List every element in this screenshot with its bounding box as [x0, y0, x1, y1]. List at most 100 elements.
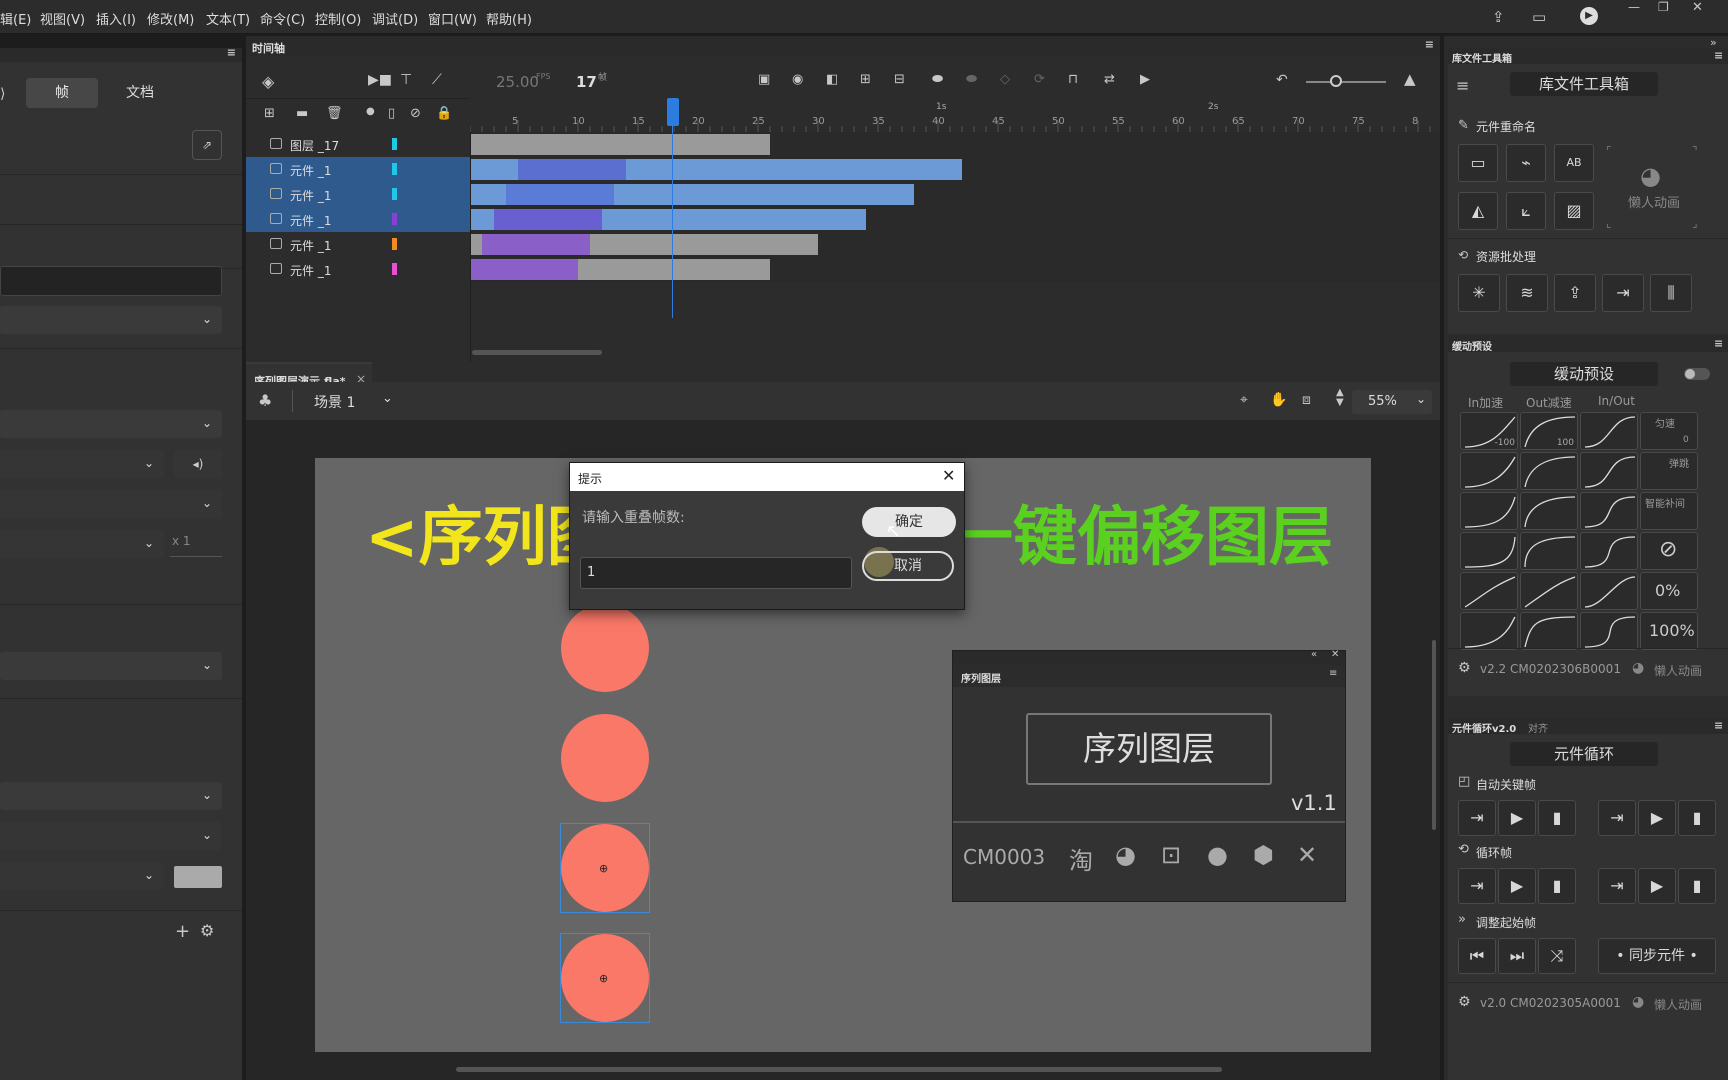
lazy-anim-box[interactable]: ⌜ ⌝ ⌞ ⌟ ◕ 懒人动画	[1606, 144, 1702, 230]
tween-icon[interactable]: ⬬	[932, 72, 943, 87]
ease-preset[interactable]	[1460, 532, 1518, 570]
outline-icon[interactable]: ▯	[388, 106, 395, 121]
ease-preset[interactable]: -100	[1460, 412, 1518, 450]
shape-icon[interactable]: ◭	[1458, 192, 1498, 230]
taobao-icon[interactable]: 淘	[1069, 841, 1093, 876]
tab-document[interactable]: 文档	[104, 78, 176, 108]
menu-edit[interactable]: 辑(E)	[0, 9, 31, 28]
ease-preset[interactable]	[1520, 612, 1578, 650]
effect-dropdown[interactable]: ⌄	[0, 490, 222, 518]
close-icon[interactable]: ✕	[942, 466, 955, 485]
stage-hscroll[interactable]	[456, 1067, 1222, 1072]
add-icon[interactable]: +	[175, 921, 190, 942]
undo-icon[interactable]: ↶	[1276, 72, 1288, 88]
play-icon[interactable]: ▶	[1140, 72, 1150, 87]
tween-dropdown[interactable]: ⌄	[0, 410, 222, 438]
menu-text[interactable]: 文本(T)	[206, 9, 250, 28]
next-frame-icon[interactable]: ⏭	[1498, 938, 1536, 974]
ease-preset[interactable]: 匀速 0	[1640, 412, 1698, 450]
ease-preset[interactable]	[1580, 452, 1638, 490]
shape-tween-icon[interactable]: ⬬	[966, 72, 977, 87]
stage-vscroll[interactable]	[1432, 640, 1436, 830]
ease-preset[interactable]	[1520, 532, 1578, 570]
ok-button[interactable]: 确定	[862, 507, 956, 537]
ease-preset[interactable]	[1580, 532, 1638, 570]
loop-play-icon[interactable]: ⇥	[1598, 868, 1636, 904]
trash-icon[interactable]: 🗑	[326, 106, 343, 121]
frame-name-field[interactable]	[0, 266, 222, 296]
visibility-icon[interactable]: ⊘	[410, 106, 421, 121]
layers-icon[interactable]: ◈	[262, 72, 274, 91]
hamburger-icon[interactable]: ≡	[1456, 76, 1469, 95]
image-icon[interactable]: ▨	[1554, 192, 1594, 230]
panel-layout-icon[interactable]: ▭	[1532, 8, 1546, 26]
user-icon[interactable]: ●	[1207, 841, 1228, 869]
tween-span[interactable]	[518, 159, 626, 180]
upload-icon[interactable]: ⇪	[1554, 274, 1596, 312]
ease-preset[interactable]: 智能补间	[1640, 492, 1698, 530]
ease-preset[interactable]	[1460, 452, 1518, 490]
loop-icon[interactable]: ⇄	[1104, 72, 1115, 87]
overlap-frames-input[interactable]: 1	[580, 557, 852, 589]
single-frame-icon[interactable]: ▮	[1538, 868, 1576, 904]
ease-preset[interactable]: 0%	[1640, 572, 1698, 610]
split-icon[interactable]: ⊓	[1068, 72, 1078, 87]
sound-edit-icon[interactable]: ◂)	[174, 450, 222, 478]
frame-span[interactable]	[470, 134, 770, 155]
ease-preset[interactable]: ⊘	[1640, 532, 1698, 570]
menu-debug[interactable]: 调试(D)	[372, 9, 418, 28]
highlight-icon[interactable]: ●	[366, 106, 375, 117]
collapse-icon[interactable]: «	[1311, 649, 1317, 660]
ease-preset[interactable]	[1580, 612, 1638, 650]
scene-icon[interactable]: ♣	[258, 391, 272, 410]
play-once-icon[interactable]: ▶	[1498, 800, 1536, 836]
crosshair-icon[interactable]: ⌖	[1240, 392, 1248, 408]
insert-keyframe-icon[interactable]: ⊞	[860, 72, 871, 87]
single-frame-icon[interactable]: ▮	[1538, 800, 1576, 836]
ease-preset[interactable]: 100	[1520, 412, 1578, 450]
playhead-handle[interactable]	[667, 98, 679, 126]
blend-dropdown[interactable]: ⌄	[0, 652, 222, 680]
sync-symbol-button[interactable]: • 同步元件 •	[1598, 938, 1716, 974]
edit-multiple-icon[interactable]: ◧	[826, 72, 838, 87]
menu-window[interactable]: 窗口(W)	[428, 9, 477, 28]
tween-span[interactable]	[470, 259, 578, 280]
share-icon[interactable]: ⇪	[1492, 8, 1505, 26]
shuffle-icon[interactable]: ⤨	[1538, 938, 1576, 974]
panel-menu-icon[interactable]: ≡	[1714, 49, 1723, 62]
play-once-icon[interactable]: ▶	[1498, 868, 1536, 904]
play-once-icon[interactable]: ▶	[1638, 868, 1676, 904]
bone-icon[interactable]: ⟀	[1506, 192, 1546, 230]
cancel-button[interactable]: 取消	[862, 551, 954, 581]
menu-modify[interactable]: 修改(M)	[147, 9, 194, 28]
clip-icon[interactable]: ⧈	[1302, 392, 1311, 408]
ease-preset[interactable]	[1520, 452, 1578, 490]
restore-icon[interactable]: ❐	[1658, 0, 1669, 14]
new-layer-icon[interactable]: ⊞	[264, 106, 275, 121]
link-icon[interactable]: ⇗	[192, 130, 222, 160]
ease-preset[interactable]	[1460, 572, 1518, 610]
onion-skin-icon[interactable]: ◉	[792, 72, 803, 87]
panel-menu-icon[interactable]: ≡	[1425, 38, 1434, 51]
ease-preset[interactable]	[1580, 492, 1638, 530]
fps-value[interactable]: 25.00	[496, 73, 539, 91]
stepper-icon[interactable]: ▲ ▼	[1336, 388, 1344, 408]
ease-preset[interactable]	[1520, 572, 1578, 610]
play-once-icon[interactable]: ▶	[1638, 800, 1676, 836]
close-window-icon[interactable]: ✕	[1692, 0, 1703, 15]
hexagon-icon[interactable]: ⬢	[1253, 841, 1274, 869]
gear-icon[interactable]: ⚙	[1458, 994, 1471, 1010]
sound-dropdown[interactable]: ⌄	[0, 450, 164, 478]
gear-icon[interactable]: ⚙	[200, 921, 214, 940]
compress-icon[interactable]: ✳	[1458, 274, 1500, 312]
scene-label[interactable]: 场景 1	[314, 392, 355, 412]
filter-sub-dropdown[interactable]: ⌄	[0, 822, 222, 850]
center-frame-icon[interactable]: ▣	[758, 72, 770, 87]
ease-toggle[interactable]	[1684, 368, 1710, 380]
sync-tween-icon[interactable]: ⟳	[1034, 72, 1045, 87]
loop-play-icon[interactable]: ⇥	[1598, 800, 1636, 836]
filter-dropdown[interactable]: ⌄	[0, 782, 222, 810]
circle-symbol[interactable]	[561, 604, 649, 692]
loop-play-icon[interactable]: ⇥	[1458, 800, 1496, 836]
panel-menu-icon[interactable]: ≡	[227, 46, 236, 59]
